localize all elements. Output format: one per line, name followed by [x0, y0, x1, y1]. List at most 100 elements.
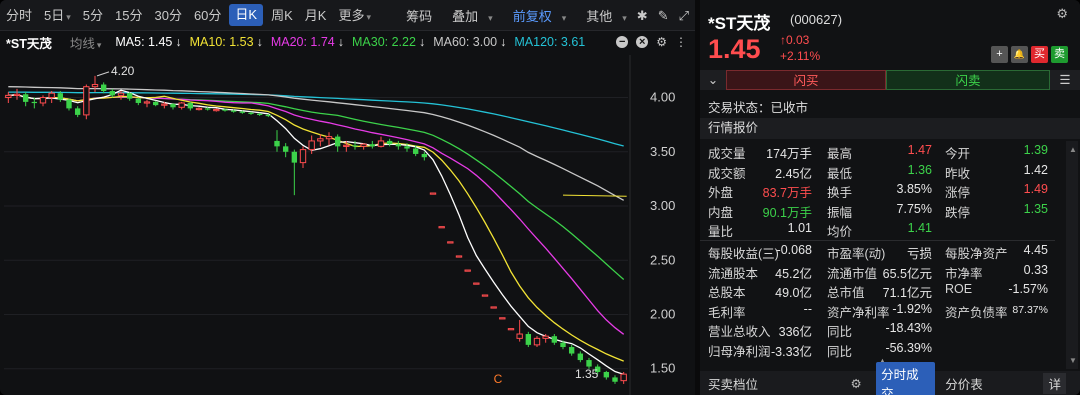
quote-panel: *ST天茂 (000627) ⚙ 1.45 ↑0.03 +2.11% + 🔔 买…: [700, 0, 1080, 395]
tab-30min[interactable]: 30分: [148, 0, 187, 31]
quote-label: 换手: [827, 186, 853, 200]
candle-body: [213, 108, 220, 112]
financial-value: 65.5亿元: [882, 266, 932, 281]
tick-trades-tab[interactable]: 分时成交: [876, 362, 936, 395]
draw-icon[interactable]: ✎: [658, 8, 669, 24]
overlay-button[interactable]: 叠加 ▾: [442, 6, 493, 25]
quote-value: 1.39: [1023, 143, 1048, 157]
sell-button[interactable]: 卖: [1051, 46, 1068, 63]
last-price: 1.45: [708, 34, 761, 64]
overlay-label: 叠加: [452, 9, 479, 24]
scrollbar[interactable]: ▲ ▼: [1066, 141, 1078, 369]
candle-body: [603, 371, 610, 378]
quote-label: 内盘: [708, 205, 734, 220]
expand-icon[interactable]: ⤢: [679, 8, 689, 24]
quote-label: 成交量: [708, 147, 746, 161]
candlestick-chart[interactable]: 4.00 3.50 3.00 2.50 2.00 1.50 4.20 1.35 C: [0, 55, 695, 395]
menu-icon[interactable]: ☰: [1050, 70, 1080, 90]
ma-group-selector[interactable]: 均线 ▾: [70, 33, 102, 52]
quote-section-header[interactable]: 行情报价: [700, 118, 1080, 139]
ma-legend-item: MA5: 1.45: [115, 35, 173, 49]
buy-button[interactable]: 买: [1031, 46, 1048, 63]
add-watchlist-button[interactable]: +: [991, 46, 1008, 63]
candle-body: [57, 93, 64, 100]
collapse-icon[interactable]: −: [616, 36, 629, 48]
stock-code: (000627): [790, 12, 843, 27]
adjust-button[interactable]: 前复权 ▾: [503, 6, 567, 25]
financial-label: 同比: [827, 325, 853, 339]
orderbook-tab[interactable]: 买卖档位: [708, 374, 850, 393]
candle-body: [13, 93, 21, 96]
y-tick-label: 3.50: [650, 144, 675, 159]
tab-intraday[interactable]: 分时: [0, 0, 38, 31]
quote-row: 量比 1.01 均价 1.41: [700, 219, 1055, 239]
financial-label: 资产净利率: [827, 305, 890, 320]
change-amount: ↑0.03: [780, 32, 820, 48]
tab-15min[interactable]: 15分: [109, 0, 148, 31]
tab-weekly-k[interactable]: 周K: [265, 0, 299, 31]
ma-line: [8, 94, 625, 335]
candle-body: [377, 140, 385, 147]
gear-icon[interactable]: ⚙: [850, 376, 874, 391]
financial-value: -56.39%: [885, 340, 932, 355]
scroll-up-icon[interactable]: ▲: [1069, 145, 1077, 154]
chevron-down-icon: ▾: [66, 11, 71, 22]
settings-icon[interactable]: ✱: [637, 8, 648, 24]
candle-body: [447, 241, 454, 244]
candle-body: [74, 108, 81, 115]
quote-value: 174万手: [766, 147, 812, 161]
candle-body: [248, 112, 254, 114]
y-tick-label: 1.50: [650, 361, 675, 376]
flash-buy-button[interactable]: 闪买: [726, 70, 886, 90]
financial-label: 流通市值: [827, 266, 878, 281]
candle-body: [490, 306, 497, 309]
ma-items: MA5: 1.45 ↓ MA10: 1.53 ↓ MA20: 1.74 ↓ MA30: 2.…: [115, 35, 594, 49]
candle-body: [22, 94, 29, 102]
low-annotation: 1.35: [575, 367, 599, 381]
arrow-down-icon: ↓: [500, 35, 507, 49]
more-icon[interactable]: ⋮: [675, 35, 687, 49]
other-button[interactable]: 其他 ▾: [576, 6, 627, 25]
chart-panel: 分时 5日 ▾ 5分 15分 30分 60分 日K 周K 月K 更多 ▾ 筹码 叠加…: [0, 0, 695, 395]
tab-5day[interactable]: 5日 ▾: [38, 0, 77, 31]
chips-button[interactable]: 筹码: [406, 6, 432, 25]
collapse-down-icon[interactable]: ⌄: [700, 70, 726, 90]
quote-value: 90.1万手: [762, 205, 812, 220]
ma-legend-item: MA10: 1.53: [189, 35, 254, 49]
gear-icon[interactable]: ⚙: [1056, 6, 1068, 22]
financial-value: -1.92%: [892, 301, 932, 316]
arrow-down-icon: ↓: [337, 35, 344, 49]
candle-body: [31, 101, 38, 104]
arrow-down-icon: ↓: [256, 35, 263, 49]
tab-5min[interactable]: 5分: [77, 0, 109, 31]
candle-body: [143, 101, 151, 104]
financial-label: 归母净利润: [708, 344, 771, 359]
bell-icon[interactable]: 🔔: [1011, 46, 1028, 63]
high-annotation: 4.20: [111, 64, 135, 78]
candle-body: [586, 360, 592, 367]
quote-label: 量比: [708, 225, 734, 239]
tab-more[interactable]: 更多 ▾: [332, 0, 377, 31]
gear-icon[interactable]: ⚙: [656, 35, 667, 49]
tab-60min[interactable]: 60分: [188, 0, 227, 31]
quote-row: 成交额 2.45亿 最低 1.36 昨收 1.42: [700, 161, 1055, 181]
quote-value: 1.35: [1023, 201, 1048, 216]
flash-sell-button[interactable]: 闪卖: [886, 70, 1050, 90]
quote-value: 1.49: [1023, 182, 1048, 196]
detail-button[interactable]: 详: [1043, 372, 1066, 394]
quote-label: 跌停: [945, 205, 971, 220]
stock-name: *ST天茂: [6, 36, 52, 51]
chevron-down-icon: ▾: [96, 39, 102, 50]
scroll-down-icon[interactable]: ▼: [1069, 356, 1077, 365]
candle-body: [126, 93, 133, 99]
tab-monthly-k[interactable]: 月K: [299, 0, 333, 31]
price-table-tab[interactable]: 分价表: [945, 374, 1043, 393]
close-icon[interactable]: ×: [636, 36, 649, 48]
change-percent: +2.11%: [780, 49, 821, 63]
quote-value: 1.41: [907, 221, 932, 235]
quote-row: 内盘 90.1万手 振幅 7.75% 跌停 1.35: [700, 200, 1055, 220]
candle-body: [39, 97, 47, 104]
candle-body: [109, 91, 116, 96]
tab-daily-k[interactable]: 日K: [229, 4, 264, 26]
price-change: ↑0.03 +2.11%: [780, 32, 820, 64]
